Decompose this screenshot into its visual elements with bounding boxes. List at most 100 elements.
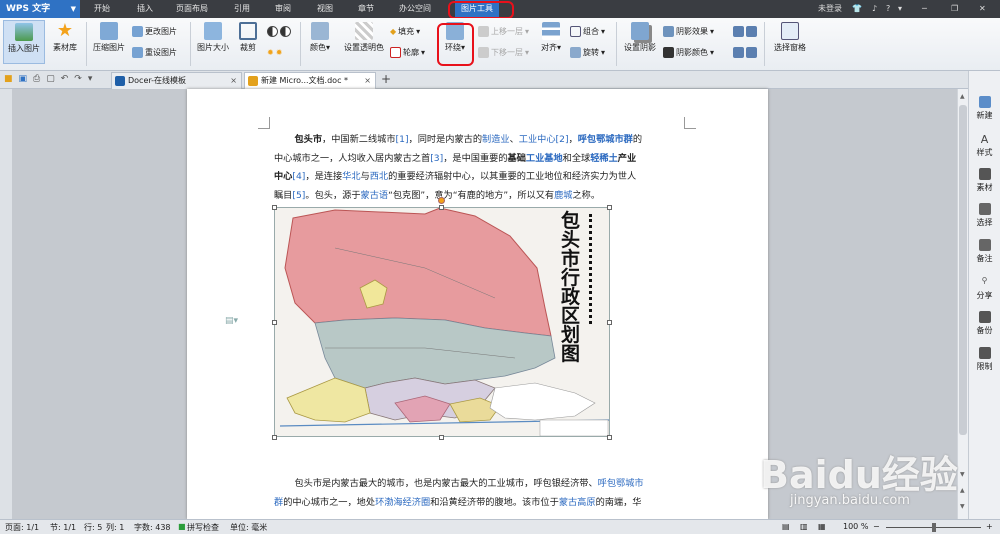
bring-forward-button[interactable]: 上移一层 ▾ (478, 24, 529, 38)
tab-docer-template[interactable]: Docer-在线模板 × (111, 72, 242, 89)
light-button[interactable]: ✹ ✹ (267, 45, 282, 59)
tab-new-document[interactable]: 新建 Micro...文档.doc * × (244, 72, 376, 89)
sidebar-item-new[interactable]: 新建 (969, 96, 1000, 121)
tab-office-space[interactable]: 办公空间 (399, 0, 431, 18)
rotate-handle[interactable] (438, 197, 445, 204)
tab-insert[interactable]: 插入 (137, 0, 153, 18)
tab-review[interactable]: 审阅 (275, 0, 291, 18)
status-words[interactable]: 字数: 438 (134, 522, 171, 533)
resize-handle[interactable] (272, 435, 277, 440)
zoom-out-icon[interactable]: − (873, 522, 880, 531)
paragraph-1[interactable]: 包头市，中国新二线城市[1]，同时是内蒙古的制造业、工业中心[2]，呼包鄂城市群… (274, 131, 694, 205)
customize-icon[interactable]: ▾ (88, 74, 93, 84)
picture-size-button[interactable]: 图片大小 (193, 20, 233, 53)
material-button[interactable]: ★ 素材库 (48, 20, 82, 53)
rotate-button[interactable]: 旋转 ▾ (570, 45, 605, 59)
shadow-color-button[interactable]: 阴影颜色 ▾ (663, 45, 714, 59)
close-icon[interactable]: ✕ (979, 0, 986, 18)
tab-start[interactable]: 开始 (94, 0, 110, 18)
selection-pane-button[interactable]: 选择窗格 (770, 20, 810, 53)
resize-handle[interactable] (439, 435, 444, 440)
scroll-thumb[interactable] (959, 105, 967, 435)
zoom-in-icon[interactable]: + (986, 522, 993, 531)
sidebar-item-note[interactable]: 备注 (969, 239, 1000, 264)
tab-references[interactable]: 引用 (234, 0, 250, 18)
change-picture-button[interactable]: 更改图片 (132, 24, 177, 38)
spell-check[interactable]: 拼写检查 (187, 522, 219, 533)
close-icon[interactable]: × (364, 73, 371, 89)
resize-handle[interactable] (607, 435, 612, 440)
bell-icon[interactable]: ♪ (872, 0, 877, 18)
preview-icon[interactable]: ▢ (46, 74, 55, 84)
set-shadow-button[interactable]: 设置阴影 (622, 20, 658, 53)
sidebar-item-backup[interactable]: 备份 (969, 311, 1000, 336)
chevron-down-icon[interactable]: ▾ (898, 0, 902, 18)
map-image[interactable]: 包头市行政区划图 (274, 207, 610, 437)
paragraph-2[interactable]: 包头市是内蒙古最大的城市，也是内蒙古最大的工业城市，呼包银经济带、呼包鄂城市 群… (274, 475, 694, 512)
reset-picture-button[interactable]: 重设图片 (132, 45, 177, 59)
resize-handle[interactable] (439, 205, 444, 210)
vertical-scrollbar[interactable]: ▲ ▼ ▲ ▼ (957, 89, 968, 519)
contrast-icon (267, 25, 278, 37)
status-page[interactable]: 页面: 1/1 (5, 522, 39, 533)
resize-handle[interactable] (272, 205, 277, 210)
prev-page-icon[interactable]: ▲ (960, 487, 965, 494)
tab-chapter[interactable]: 章节 (358, 0, 374, 18)
check-icon: ■ (178, 522, 186, 531)
shadow-nudge-up-button[interactable] (733, 24, 757, 38)
zoom-slider-thumb[interactable] (932, 523, 936, 532)
resize-handle[interactable] (272, 320, 277, 325)
resize-handle[interactable] (607, 205, 612, 210)
web-view-icon[interactable]: ▦ (818, 522, 826, 531)
zoom-level[interactable]: 100 % (843, 522, 868, 531)
resize-handle[interactable] (607, 320, 612, 325)
outline-button[interactable]: 轮廓 ▾ (390, 45, 425, 59)
print-icon[interactable]: ⎙ (33, 74, 40, 84)
scroll-down-icon[interactable]: ▼ (960, 471, 965, 478)
status-unit[interactable]: 单位: 毫米 (230, 522, 267, 533)
save-icon[interactable]: ▣ (19, 74, 28, 84)
send-backward-button[interactable]: 下移一层 ▾ (478, 45, 529, 59)
combine-button[interactable]: 组合 ▾ (570, 24, 605, 38)
status-row: 行: 5 (84, 523, 103, 532)
compress-picture-button[interactable]: 压缩图片 (90, 20, 128, 53)
insert-picture-button[interactable]: 插入图片 (3, 20, 45, 64)
restrict-icon (978, 347, 991, 359)
open-folder-icon[interactable]: ■ (4, 74, 13, 84)
paragraph-marker-icon[interactable]: ▤▾ (225, 316, 238, 326)
help-icon[interactable]: ? (886, 0, 890, 18)
rotate-icon (570, 46, 581, 58)
app-menu-button[interactable]: WPS 文字 ▼ (0, 0, 80, 18)
scroll-up-icon[interactable]: ▲ (960, 93, 965, 100)
align-button[interactable]: 对齐▾ (537, 20, 565, 53)
shadow-effect-button[interactable]: 阴影效果 ▾ (663, 24, 714, 38)
redo-icon[interactable]: ↷ (74, 74, 82, 84)
sidebar-item-style[interactable]: A 样式 (969, 133, 1000, 158)
next-page-icon[interactable]: ▼ (960, 503, 965, 510)
sidebar-item-material[interactable]: 素材 (969, 168, 1000, 193)
sidebar-item-restrict[interactable]: 限制 (969, 347, 1000, 372)
shirt-icon[interactable]: 👕 (852, 0, 862, 18)
sidebar-item-select[interactable]: 选择 (969, 203, 1000, 228)
line: 包头市是内蒙古最大的城市，也是内蒙古最大的工业城市，呼包银经济带、呼包鄂城市 (294, 478, 644, 489)
sidebar-item-share[interactable]: ⚲ 分享 (969, 276, 1000, 301)
tab-view[interactable]: 视图 (317, 0, 333, 18)
crop-button[interactable]: 裁剪 (236, 20, 260, 53)
tab-page-layout[interactable]: 页面布局 (176, 0, 208, 18)
label: 素材库 (53, 43, 77, 52)
brightness-button[interactable] (267, 24, 291, 38)
set-transparent-color-button[interactable]: 设置透明色 (340, 20, 388, 53)
shadow-nudge-down-button[interactable] (733, 45, 757, 59)
star-icon: ★ (56, 20, 74, 41)
restore-icon[interactable]: ❐ (951, 0, 958, 18)
minimize-icon[interactable]: ─ (922, 0, 927, 18)
material-icon (978, 168, 991, 180)
color-button[interactable]: 颜色▾ (305, 20, 335, 53)
fill-button[interactable]: ◆ 填充 ▾ (390, 24, 420, 38)
close-icon[interactable]: × (230, 73, 237, 89)
new-tab-button[interactable]: + (381, 72, 391, 86)
page-view-icon[interactable]: ▤ (782, 522, 790, 531)
undo-icon[interactable]: ↶ (61, 74, 69, 84)
login-status[interactable]: 未登录 (818, 0, 842, 18)
read-view-icon[interactable]: ▥ (800, 522, 808, 531)
